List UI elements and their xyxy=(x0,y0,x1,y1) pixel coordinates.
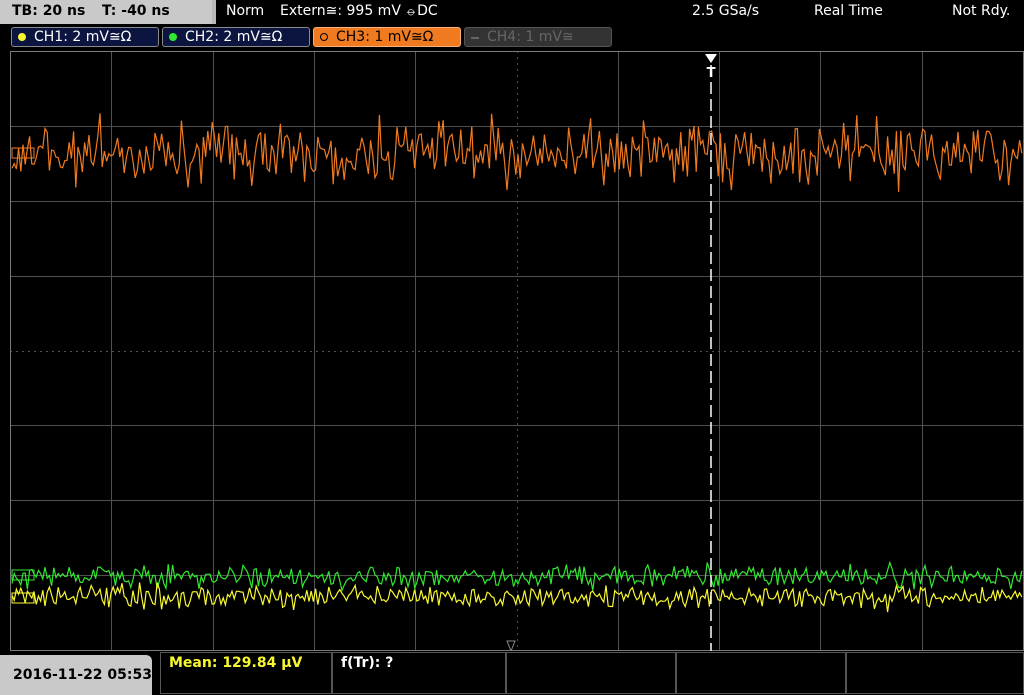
timebase-box[interactable]: TB: 20 ns T: -40 ns xyxy=(0,0,212,24)
acquisition-mode: Real Time xyxy=(814,3,883,19)
channel-3-waveform xyxy=(11,113,1023,192)
channel-1-button[interactable]: CH1: 2 mV≅Ω xyxy=(11,27,159,47)
datetime-box: 2016-11-22 05:53 xyxy=(0,655,152,695)
measurement-panel[interactable]: Mean: 129.84 µV f(Tr): ? xyxy=(160,652,1024,695)
frequency-measurement: f(Tr): ? xyxy=(341,655,394,671)
trigger-source[interactable]: Extern≅: 995 mV ⦵DC xyxy=(280,3,438,19)
mean-cell[interactable]: Mean: 129.84 µV xyxy=(160,652,332,694)
channel-4-indicator-icon xyxy=(471,37,479,39)
channel-1-label: CH1: 2 mV≅Ω xyxy=(34,29,132,45)
top-bar: TB: 20 ns T: -40 ns Norm Extern≅: 995 mV… xyxy=(0,0,1024,24)
trigger-position-icon[interactable] xyxy=(705,54,717,63)
trigger-time-label: T: -40 ns xyxy=(102,3,170,19)
measurement-slot-3[interactable] xyxy=(506,652,676,694)
channel-2-waveform xyxy=(11,560,1023,593)
status-bar[interactable]: Norm Extern≅: 995 mV ⦵DC 2.5 GSa/s Real … xyxy=(216,0,1024,24)
channel-1-waveform xyxy=(11,582,1023,613)
sample-rate: 2.5 GSa/s xyxy=(692,3,760,19)
datetime-label: 2016-11-22 05:53 xyxy=(13,667,152,683)
run-state: Not Rdy. xyxy=(952,3,1011,19)
channel-3-label: CH3: 1 mV≅Ω xyxy=(336,29,434,45)
channel-3-indicator-icon xyxy=(320,33,328,41)
measurement-slot-5[interactable] xyxy=(846,652,1024,694)
timebase-label: TB: 20 ns xyxy=(12,3,86,19)
trigger-mode[interactable]: Norm xyxy=(226,3,264,19)
trigger-marker-label: T xyxy=(707,66,716,81)
channel-4-label: CH4: 1 mV≅ xyxy=(487,29,574,45)
measurement-slot-4[interactable] xyxy=(676,652,846,694)
channel-3-button[interactable]: CH3: 1 mV≅Ω xyxy=(313,27,461,47)
channel-2-label: CH2: 2 mV≅Ω xyxy=(185,29,283,45)
time-reference-icon xyxy=(506,640,516,651)
channel-2-indicator-icon xyxy=(169,33,177,41)
freq-cell[interactable]: f(Tr): ? xyxy=(332,652,506,694)
mean-measurement: Mean: 129.84 µV xyxy=(169,655,303,671)
waveform-display[interactable]: T xyxy=(10,51,1024,651)
channel-2-button[interactable]: CH2: 2 mV≅Ω xyxy=(162,27,310,47)
channel-4-button[interactable]: CH4: 1 mV≅ xyxy=(464,27,612,47)
channel-1-indicator-icon xyxy=(18,33,26,41)
channel-bar: CH1: 2 mV≅Ω CH2: 2 mV≅Ω CH3: 1 mV≅Ω CH4:… xyxy=(0,24,1024,51)
